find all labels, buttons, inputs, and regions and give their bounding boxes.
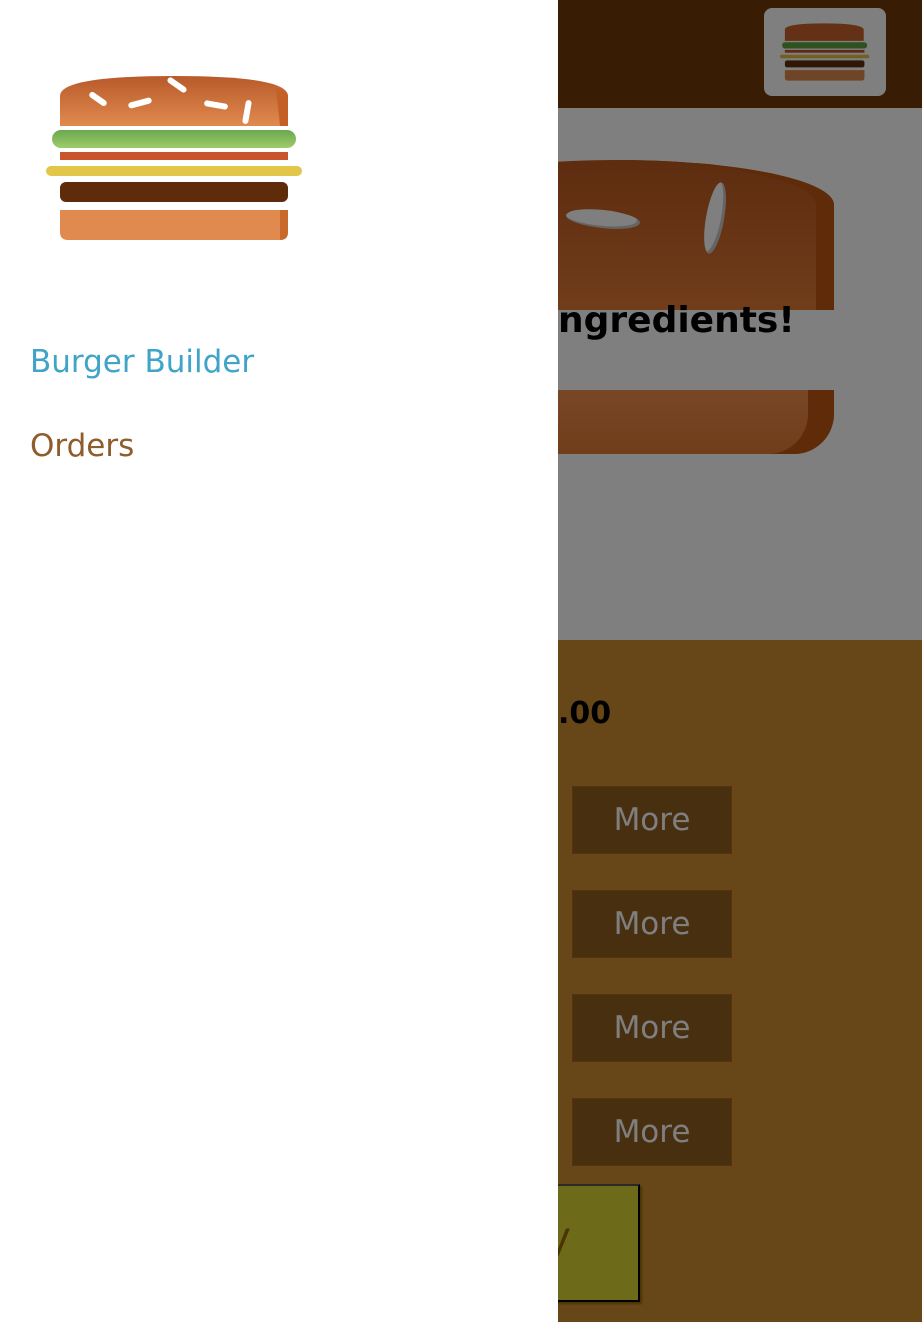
- drawer-logo: [44, 72, 306, 244]
- nav-item-orders[interactable]: Orders: [30, 424, 254, 508]
- nav-item-burger-builder[interactable]: Burger Builder: [30, 340, 254, 424]
- side-drawer: Burger Builder Orders: [0, 0, 558, 1322]
- nav-items: Burger Builder Orders: [30, 340, 254, 508]
- burger-logo-icon: [46, 76, 302, 240]
